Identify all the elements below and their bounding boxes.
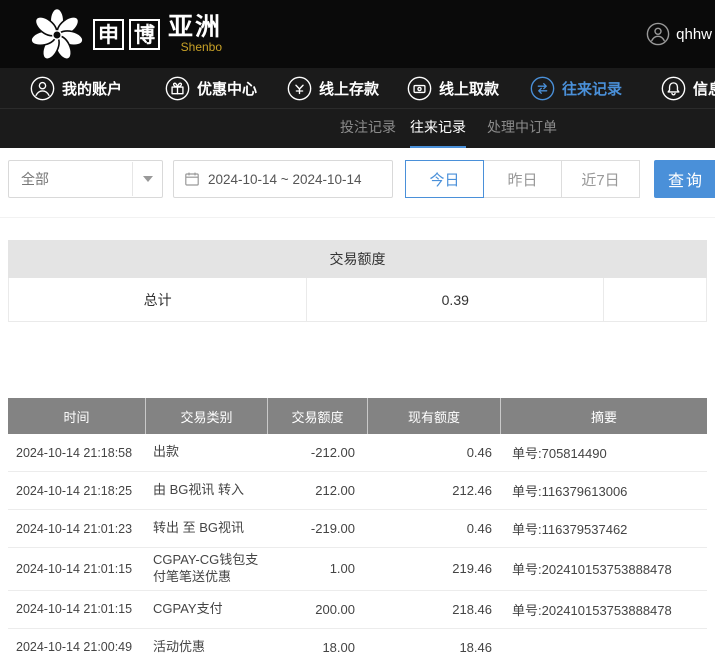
table-header-row: 时间 交易类别 交易额度 现有额度 摘要 xyxy=(8,398,707,434)
summary-header-cell: 交易额度 xyxy=(8,240,707,278)
cell-balance: 218.46 xyxy=(367,602,500,617)
nav-item-online-deposit[interactable]: 线上存款 xyxy=(287,68,379,108)
table-row: 2024-10-14 21:18:25 由 BG视讯 转入 212.00 212… xyxy=(8,472,707,510)
cell-balance: 0.46 xyxy=(367,445,500,460)
table-row: 2024-10-14 21:01:15 CGPAY支付 200.00 218.4… xyxy=(8,591,707,629)
cell-type: 转出 至 BG视讯 xyxy=(145,516,267,541)
nav-item-online-withdrawal[interactable]: 线上取款 xyxy=(407,68,499,108)
cell-balance: 0.46 xyxy=(367,521,500,536)
cell-time: 2024-10-14 21:18:25 xyxy=(8,484,145,498)
sub-nav: 投注记录 往来记录 处理中订单 xyxy=(0,108,715,148)
bell-icon xyxy=(661,76,686,101)
select-value: 全部 xyxy=(21,169,49,189)
nav-item-my-account[interactable]: 我的账户 xyxy=(30,68,122,108)
header: 申 博 亚洲 Shenbo qhhw xyxy=(0,0,715,68)
cell-note: 单号:202410153753888478 xyxy=(500,559,707,578)
cell-amount: 18.00 xyxy=(267,640,367,655)
user-avatar-icon xyxy=(646,22,670,46)
nav-item-label: 线上取款 xyxy=(439,78,499,99)
table-row: 2024-10-14 21:18:58 出款 -212.00 0.46 单号:7… xyxy=(8,434,707,472)
nav-item-label: 线上存款 xyxy=(319,78,379,99)
cell-amount: 1.00 xyxy=(267,561,367,576)
cell-type: 由 BG视讯 转入 xyxy=(145,478,267,503)
cell-time: 2024-10-14 21:01:15 xyxy=(8,602,145,616)
cell-note: 单号:202410153753888478 xyxy=(500,600,707,619)
cell-balance: 18.46 xyxy=(367,640,500,655)
summary-empty-cell xyxy=(604,278,706,321)
column-header-time: 时间 xyxy=(8,398,145,434)
cell-amount: -219.00 xyxy=(267,521,367,536)
table-row: 2024-10-14 21:00:49 活动优惠 18.00 18.46 xyxy=(8,629,707,658)
brand-region-text: 亚洲 xyxy=(168,14,222,40)
summary-table: 交易额度 总计 0.39 xyxy=(8,240,707,322)
today-button[interactable]: 今日 xyxy=(405,160,484,198)
nav-item-transaction-records[interactable]: 往来记录 xyxy=(530,68,622,108)
chevron-down-icon xyxy=(132,162,162,196)
calendar-icon xyxy=(184,171,200,187)
cell-note: 单号:116379537462 xyxy=(500,519,707,538)
cell-amount: 212.00 xyxy=(267,483,367,498)
cell-time: 2024-10-14 21:01:23 xyxy=(8,522,145,536)
search-button[interactable]: 查询 xyxy=(654,160,715,198)
tab-transaction-records[interactable]: 往来记录 xyxy=(410,109,466,149)
cell-type: CGPAY-CG钱包支付笔笔送优惠 xyxy=(145,548,267,590)
main-nav: 我的账户 优惠中心 线上存款 xyxy=(0,68,715,108)
nav-item-label: 我的账户 xyxy=(62,78,122,99)
cell-note: 单号:705814490 xyxy=(500,443,707,462)
column-header-type: 交易类别 xyxy=(145,398,267,434)
cell-balance: 219.46 xyxy=(367,561,500,576)
cell-type: CGPAY支付 xyxy=(145,597,267,622)
user-icon xyxy=(30,76,55,101)
table-row: 2024-10-14 21:01:23 转出 至 BG视讯 -219.00 0.… xyxy=(8,510,707,548)
nav-item-label: 信息 xyxy=(693,78,715,99)
brand-subtitle: Shenbo xyxy=(168,41,222,54)
last7days-button[interactable]: 近7日 xyxy=(561,160,640,198)
cell-time: 2024-10-14 21:18:58 xyxy=(8,446,145,460)
gift-icon xyxy=(165,76,190,101)
date-range-value: 2024-10-14 ~ 2024-10-14 xyxy=(208,172,362,187)
withdraw-icon xyxy=(407,76,432,101)
cell-balance: 212.46 xyxy=(367,483,500,498)
nav-item-label: 往来记录 xyxy=(562,78,622,99)
screen: 申 博 亚洲 Shenbo qhhw 我的账户 xyxy=(0,0,715,658)
deposit-icon xyxy=(287,76,312,101)
date-range-input[interactable]: 2024-10-14 ~ 2024-10-14 xyxy=(173,160,393,198)
brand-text: 亚洲 Shenbo xyxy=(168,14,222,53)
summary-row: 总计 0.39 xyxy=(8,278,707,322)
table-row: 2024-10-14 21:01:15 CGPAY-CG钱包支付笔笔送优惠 1.… xyxy=(8,548,707,591)
column-header-note: 摘要 xyxy=(500,398,707,434)
summary-total-value: 0.39 xyxy=(307,278,604,321)
cell-amount: -212.00 xyxy=(267,445,367,460)
cell-type: 活动优惠 xyxy=(145,635,267,658)
filter-bar: 全部 2024-10-14 ~ 2024-10-14 今日 昨日 近7日 查询 xyxy=(0,148,715,218)
tab-betting-records[interactable]: 投注记录 xyxy=(340,109,396,149)
cell-note: 单号:116379613006 xyxy=(500,481,707,500)
transaction-type-select[interactable]: 全部 xyxy=(8,160,163,198)
logo-char-shen: 申 xyxy=(93,19,124,50)
transactions-table: 时间 交易类别 交易额度 现有额度 摘要 2024-10-14 21:18:58… xyxy=(8,398,707,658)
logo-char-bo: 博 xyxy=(129,19,160,50)
cell-amount: 200.00 xyxy=(267,602,367,617)
cell-time: 2024-10-14 21:01:15 xyxy=(8,562,145,576)
tab-processing-orders[interactable]: 处理中订单 xyxy=(487,109,557,149)
nav-item-messages[interactable]: 信息 xyxy=(661,68,715,108)
column-header-balance: 现有额度 xyxy=(367,398,500,434)
lotus-logo-icon xyxy=(26,5,88,63)
quick-date-buttons: 今日 昨日 近7日 xyxy=(405,160,640,198)
summary-total-label: 总计 xyxy=(9,278,307,321)
cell-type: 出款 xyxy=(145,440,267,465)
brand-logo[interactable]: 申 博 亚洲 Shenbo xyxy=(26,5,222,63)
username-text: qhhw xyxy=(676,26,712,43)
column-header-amount: 交易额度 xyxy=(267,398,367,434)
nav-item-promotions[interactable]: 优惠中心 xyxy=(165,68,257,108)
nav-item-label: 优惠中心 xyxy=(197,78,257,99)
cell-time: 2024-10-14 21:00:49 xyxy=(8,640,145,654)
transfer-records-icon xyxy=(530,76,555,101)
yesterday-button[interactable]: 昨日 xyxy=(483,160,562,198)
user-account-button[interactable]: qhhw xyxy=(646,22,712,46)
